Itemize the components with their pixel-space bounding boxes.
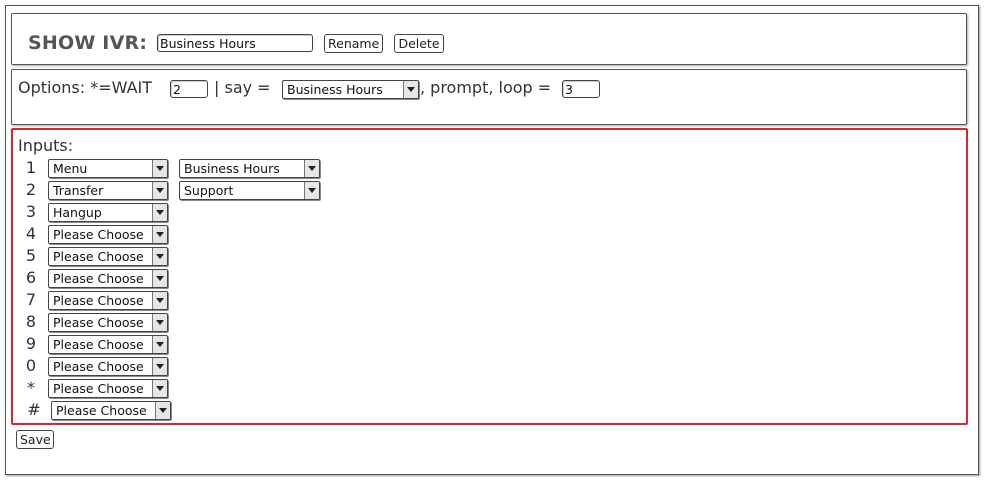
chevron-down-icon xyxy=(304,160,319,177)
action-select-value: Please Choose xyxy=(53,293,144,308)
say-label: | say = xyxy=(214,78,271,97)
action-select-value: Please Choose xyxy=(53,315,144,330)
action-select[interactable]: Transfer xyxy=(48,181,168,200)
chevron-down-icon xyxy=(152,182,167,199)
input-key-label: 9 xyxy=(25,334,37,353)
action-select[interactable]: Menu xyxy=(48,159,168,178)
action-select[interactable]: Hangup xyxy=(48,203,168,222)
action-select[interactable]: Please Choose xyxy=(48,335,168,354)
action-select-value: Hangup xyxy=(53,205,102,220)
input-key-label: 7 xyxy=(25,290,37,309)
target-select[interactable]: Business Hours xyxy=(179,159,320,178)
prompt-loop-label: , prompt, loop = xyxy=(420,78,552,97)
input-key-label: 6 xyxy=(25,268,37,287)
chevron-down-icon xyxy=(152,358,167,375)
chevron-down-icon xyxy=(155,402,170,419)
input-key-label: # xyxy=(27,400,41,419)
input-key-label: 8 xyxy=(25,312,37,331)
ivr-name-input[interactable] xyxy=(157,34,313,52)
action-select-value: Transfer xyxy=(53,183,104,198)
input-key-label: 4 xyxy=(25,224,37,243)
action-select-value: Please Choose xyxy=(53,337,144,352)
chevron-down-icon xyxy=(152,314,167,331)
rename-button[interactable]: Rename xyxy=(324,34,383,53)
action-select[interactable]: Please Choose xyxy=(48,247,168,266)
input-key-label: 1 xyxy=(25,158,37,177)
input-key-label: * xyxy=(27,378,35,397)
page-title: SHOW IVR: xyxy=(28,32,148,54)
chevron-down-icon xyxy=(152,270,167,287)
save-button[interactable]: Save xyxy=(16,430,54,449)
loop-input[interactable] xyxy=(562,80,600,98)
chevron-down-icon xyxy=(152,336,167,353)
chevron-down-icon xyxy=(403,81,418,98)
input-key-label: 0 xyxy=(25,356,37,375)
action-select[interactable]: Please Choose xyxy=(48,313,168,332)
ivr-container: SHOW IVR: Rename Delete Options: *=WAIT … xyxy=(5,5,979,475)
chevron-down-icon xyxy=(152,160,167,177)
action-select-value: Please Choose xyxy=(56,403,147,418)
action-select-value: Menu xyxy=(53,161,88,176)
target-select-value: Support xyxy=(184,183,234,198)
inputs-label: Inputs: xyxy=(18,136,74,155)
wait-input[interactable] xyxy=(170,80,208,98)
action-select-value: Please Choose xyxy=(53,359,144,374)
action-select-value: Please Choose xyxy=(53,381,144,396)
say-select[interactable]: Business Hours xyxy=(282,80,419,99)
chevron-down-icon xyxy=(152,226,167,243)
action-select[interactable]: Please Choose xyxy=(48,269,168,288)
chevron-down-icon xyxy=(304,182,319,199)
input-key-label: 5 xyxy=(25,246,37,265)
target-select-value: Business Hours xyxy=(184,161,280,176)
chevron-down-icon xyxy=(152,380,167,397)
say-select-value: Business Hours xyxy=(287,82,383,97)
inputs-panel: Inputs: 1 Menu Business Hours 2 Transfer Supp… xyxy=(11,128,968,425)
action-select-value: Please Choose xyxy=(53,249,144,264)
action-select[interactable]: Please Choose xyxy=(48,379,168,398)
chevron-down-icon xyxy=(152,248,167,265)
target-select[interactable]: Support xyxy=(179,181,320,200)
action-select[interactable]: Please Choose xyxy=(48,357,168,376)
delete-button[interactable]: Delete xyxy=(394,34,444,53)
input-key-label: 3 xyxy=(25,202,37,221)
action-select[interactable]: Please Choose xyxy=(48,291,168,310)
options-label: Options: *=WAIT xyxy=(18,78,152,97)
action-select-value: Please Choose xyxy=(53,271,144,286)
action-select-value: Please Choose xyxy=(53,227,144,242)
input-key-label: 2 xyxy=(25,180,37,199)
action-select[interactable]: Please Choose xyxy=(51,401,171,420)
ivr-header-panel: SHOW IVR: Rename Delete xyxy=(11,13,967,65)
chevron-down-icon xyxy=(152,292,167,309)
action-select[interactable]: Please Choose xyxy=(48,225,168,244)
options-panel: Options: *=WAIT | say = Business Hours ,… xyxy=(11,69,967,125)
chevron-down-icon xyxy=(152,204,167,221)
